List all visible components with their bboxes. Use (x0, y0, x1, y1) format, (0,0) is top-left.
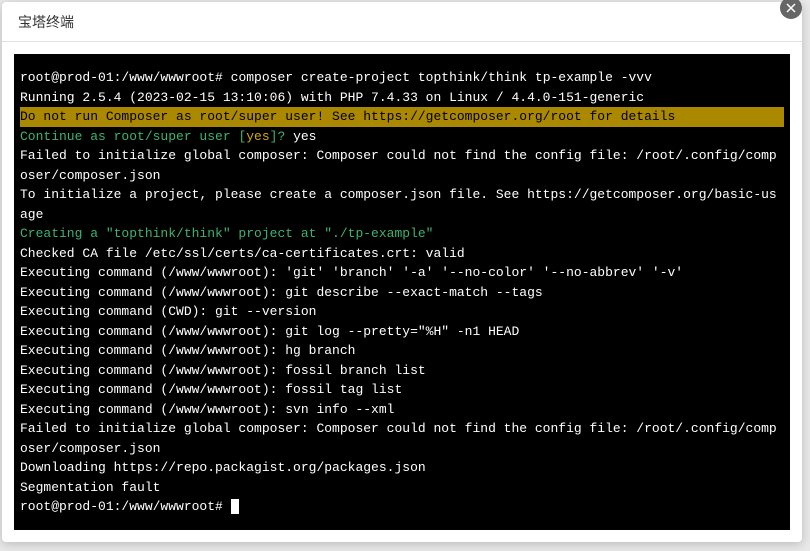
cursor (231, 499, 239, 514)
terminal-line: Running 2.5.4 (2023-02-15 13:10:06) with… (20, 88, 784, 108)
terminal-line: Executing command (/www/wwwroot): git lo… (20, 322, 784, 342)
terminal-line: Checked CA file /etc/ssl/certs/ca-certif… (20, 244, 784, 264)
terminal-line: root@prod-01:/www/wwwroot# composer crea… (20, 68, 784, 88)
close-icon (786, 3, 796, 13)
terminal-line: Downloading https://repo.packagist.org/p… (20, 458, 784, 478)
shell-prompt: root@prod-01:/www/wwwroot# (20, 70, 223, 85)
prompt-text: Continue as root/super user (20, 129, 238, 144)
terminal-line: Segmentation fault (20, 478, 784, 498)
terminal-line: To initialize a project, please create a… (20, 185, 784, 224)
terminal-line: Executing command (/www/wwwroot): svn in… (20, 400, 784, 420)
terminal-window: 宝塔终端 root@prod-01:/www/wwwroot# composer… (2, 2, 802, 542)
terminal-line: Executing command (/www/wwwroot): git de… (20, 283, 784, 303)
terminal-line: Executing command (/www/wwwroot): fossil… (20, 361, 784, 381)
terminal-line: Failed to initialize global composer: Co… (20, 419, 784, 458)
user-input: yes (293, 129, 316, 144)
terminal-line: root@prod-01:/www/wwwroot# (20, 497, 784, 517)
default-option: yes (246, 129, 269, 144)
command-text: composer create-project topthink/think t… (223, 70, 652, 85)
terminal-line: Executing command (/www/wwwroot): fossil… (20, 380, 784, 400)
bracket: ]? (270, 129, 293, 144)
terminal-line: Executing command (CWD): git --version (20, 302, 784, 322)
terminal-output[interactable]: root@prod-01:/www/wwwroot# composer crea… (14, 54, 790, 530)
terminal-line: Continue as root/super user [yes]? yes (20, 127, 784, 147)
shell-prompt: root@prod-01:/www/wwwroot# (20, 499, 231, 514)
terminal-line: Executing command (/www/wwwroot): 'git' … (20, 263, 784, 283)
terminal-line: Executing command (/www/wwwroot): hg bra… (20, 341, 784, 361)
status-line: Creating a "topthink/think" project at "… (20, 224, 784, 244)
window-title: 宝塔终端 (18, 12, 74, 32)
warning-line: Do not run Composer as root/super user! … (20, 107, 784, 127)
close-button[interactable] (780, 0, 802, 19)
terminal-line: Failed to initialize global composer: Co… (20, 146, 784, 185)
titlebar: 宝塔终端 (2, 2, 802, 42)
